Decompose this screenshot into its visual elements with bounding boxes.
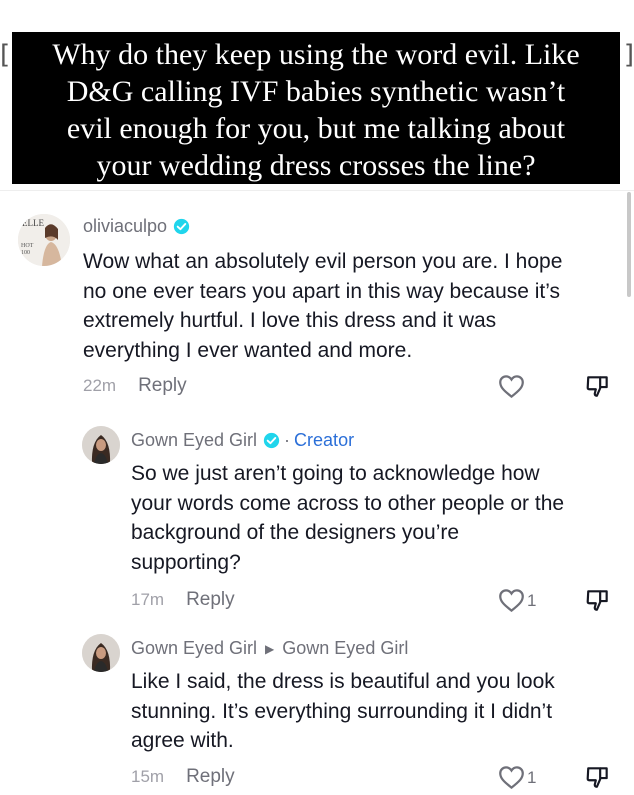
comment-line: no one ever tears you apart in this way …: [83, 279, 561, 303]
verified-badge-icon: [263, 432, 280, 449]
reply-button[interactable]: Reply: [186, 766, 235, 788]
username[interactable]: Gown Eyed Girl: [131, 430, 257, 451]
reply-arrow-icon: ▶: [265, 641, 275, 656]
caption-line: evil enough for you, but me talking abou…: [66, 112, 566, 145]
comment-line: Wow what an absolutely evil person you a…: [83, 250, 563, 273]
comment-header: oliviaculpo: [83, 216, 190, 237]
dislike-button[interactable]: [585, 587, 611, 618]
creator-badge: Creator: [294, 430, 355, 450]
username[interactable]: oliviaculpo: [83, 216, 167, 237]
comment-line: So we just aren’t going to acknowledge h…: [131, 462, 540, 485]
reply-button[interactable]: Reply: [186, 589, 235, 611]
comment-line: Like I said, the dress is beautiful and …: [131, 670, 555, 693]
comment-line: extremely hurtful. I love this dress and…: [83, 309, 497, 332]
comment-text: Wow what an absolutely evil person you a…: [83, 247, 562, 365]
comment-header: Gown Eyed Girl · Creator: [131, 430, 354, 451]
left-edge-mark: [: [0, 40, 11, 70]
magazine-cover-avatar-icon: ELLE HOT 100: [18, 214, 70, 266]
profile-photo-avatar-icon: [82, 634, 120, 672]
like-count: 1: [527, 590, 537, 610]
comment-text: So we just aren’t going to acknowledge h…: [131, 459, 564, 577]
like-button[interactable]: [498, 374, 527, 399]
comment-line: stunning. It’s everything surrounding it…: [131, 699, 553, 723]
comment-line: everything I ever wanted and more.: [83, 338, 413, 362]
reply-to-username[interactable]: Gown Eyed Girl: [282, 638, 408, 659]
thumbs-down-icon: [586, 376, 608, 397]
right-edge-mark: ]: [623, 40, 634, 70]
avatar[interactable]: [82, 634, 120, 672]
svg-text:HOT: HOT: [21, 243, 34, 249]
username[interactable]: Gown Eyed Girl: [131, 638, 257, 659]
caption-banner: Why do they keep using the word evil. Li…: [12, 32, 620, 184]
heart-icon: [499, 766, 524, 790]
comment-line: supporting?: [131, 550, 241, 574]
story-caption-area: [ Why do they keep using the word evil. …: [0, 0, 634, 190]
like-button[interactable]: 1: [498, 588, 536, 613]
comment-header: Gown Eyed Girl ▶ Gown Eyed Girl: [131, 638, 408, 659]
avatar[interactable]: ELLE HOT 100: [18, 214, 70, 266]
comment-meta: 15m Reply: [131, 766, 235, 788]
caption-line: your wedding dress crosses the line?: [96, 149, 536, 182]
heart-icon: [499, 589, 524, 613]
verified-badge-icon: [173, 218, 190, 235]
caption-line: Why do they keep using the word evil. Li…: [52, 38, 580, 71]
timestamp: 15m: [131, 767, 165, 786]
comment-text: Like I said, the dress is beautiful and …: [131, 667, 555, 756]
avatar[interactable]: [82, 426, 120, 464]
reply-button[interactable]: Reply: [138, 375, 187, 397]
heart-icon: [499, 375, 524, 399]
thumbs-down-icon: [586, 590, 608, 611]
comment-meta: 22m Reply: [83, 375, 187, 397]
caption-line: D&G calling IVF babies synthetic wasn’t: [66, 75, 566, 108]
profile-photo-avatar-icon: [82, 426, 120, 464]
svg-text:100: 100: [21, 250, 30, 256]
comment-line: background of the designers you’re: [131, 521, 460, 544]
like-count: 1: [527, 767, 537, 787]
like-button[interactable]: 1: [498, 765, 536, 790]
comment-meta: 17m Reply: [131, 589, 235, 611]
dislike-button[interactable]: [585, 764, 611, 795]
comment-line: agree with.: [131, 729, 234, 752]
svg-text:ELLE: ELLE: [22, 218, 44, 228]
dislike-button[interactable]: [585, 373, 611, 404]
scrollbar[interactable]: [627, 192, 631, 297]
separator-dot: ·: [284, 430, 291, 450]
thumbs-down-icon: [586, 767, 608, 788]
timestamp: 22m: [83, 376, 117, 395]
comment-line: your words come across to other people o…: [131, 491, 565, 515]
timestamp: 17m: [131, 590, 165, 609]
divider: [0, 190, 634, 191]
